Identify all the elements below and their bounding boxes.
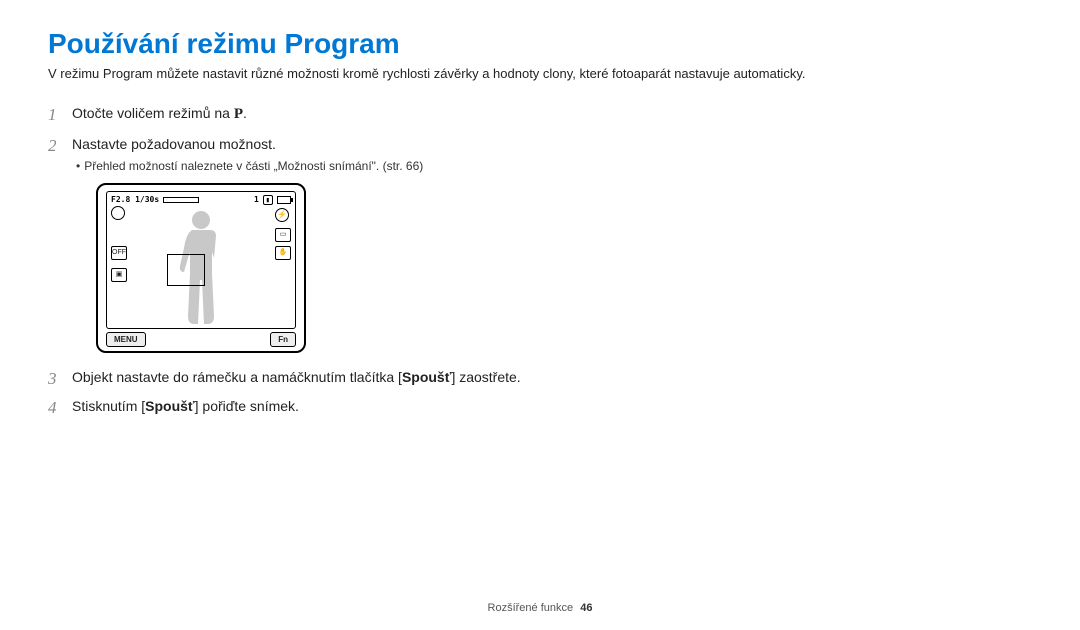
drive-icon: ▣ — [111, 268, 127, 282]
shutter-label: Spoušť — [402, 369, 452, 385]
step-4: 4 Stisknutím [Spoušť] pořiďte snímek. — [48, 396, 608, 416]
shutter-label: Spoušť — [145, 398, 195, 414]
mode-p-icon: P — [234, 106, 243, 122]
step-number: 3 — [48, 367, 57, 392]
menu-button: MENU — [106, 332, 146, 348]
size-icon: ▭ — [275, 228, 291, 242]
flash-icon: ⚡ — [275, 208, 289, 222]
ev-scale-icon — [163, 197, 199, 203]
page-title: Používání režimu Program — [48, 28, 1032, 60]
step-text: Stisknutím [ — [72, 398, 145, 414]
page-footer: Rozšířené funkce 46 — [0, 602, 1080, 614]
mode-dial-icon — [111, 206, 125, 220]
step-2: 2 Nastavte požadovanou možnost. •Přehled… — [48, 134, 608, 354]
status-bar: F2.8 1/30s 1 ▮ — [111, 194, 291, 206]
lcd-screen: F2.8 1/30s 1 ▮ ⚡ ▭ OFF ▣ — [106, 191, 296, 329]
battery-icon — [277, 196, 291, 204]
card-icon: ▮ — [263, 195, 273, 205]
step-number: 4 — [48, 396, 57, 421]
focus-frame — [167, 254, 205, 286]
step-substep: •Přehled možností naleznete v části „Mož… — [76, 158, 608, 175]
intro-text: V režimu Program můžete nastavit různé m… — [48, 66, 1032, 81]
step-text: Nastavte požadovanou možnost. — [72, 136, 276, 152]
facedetect-off-icon: OFF — [111, 246, 127, 260]
footer-page-number: 46 — [580, 602, 592, 614]
camera-screen-diagram: F2.8 1/30s 1 ▮ ⚡ ▭ OFF ▣ — [96, 183, 306, 353]
shot-count: 1 — [254, 194, 259, 206]
stabilizer-icon: ✋ — [275, 246, 291, 260]
step-number: 1 — [48, 103, 57, 128]
fn-button: Fn — [270, 332, 296, 348]
step-text: Objekt nastavte do rámečku a namáčknutím… — [72, 369, 402, 385]
footer-section: Rozšířené funkce — [488, 602, 574, 614]
steps-list: 1 Otočte voličem režimů na P. 2 Nastavte… — [48, 103, 608, 416]
exposure-text: F2.8 1/30s — [111, 194, 159, 206]
step-3: 3 Objekt nastavte do rámečku a namáčknut… — [48, 367, 608, 387]
soft-keys: MENU Fn — [106, 332, 296, 348]
step-1: 1 Otočte voličem režimů na P. — [48, 103, 608, 126]
step-number: 2 — [48, 134, 57, 159]
bullet-icon: • — [76, 159, 80, 173]
step-text: Otočte voličem režimů na — [72, 105, 234, 121]
